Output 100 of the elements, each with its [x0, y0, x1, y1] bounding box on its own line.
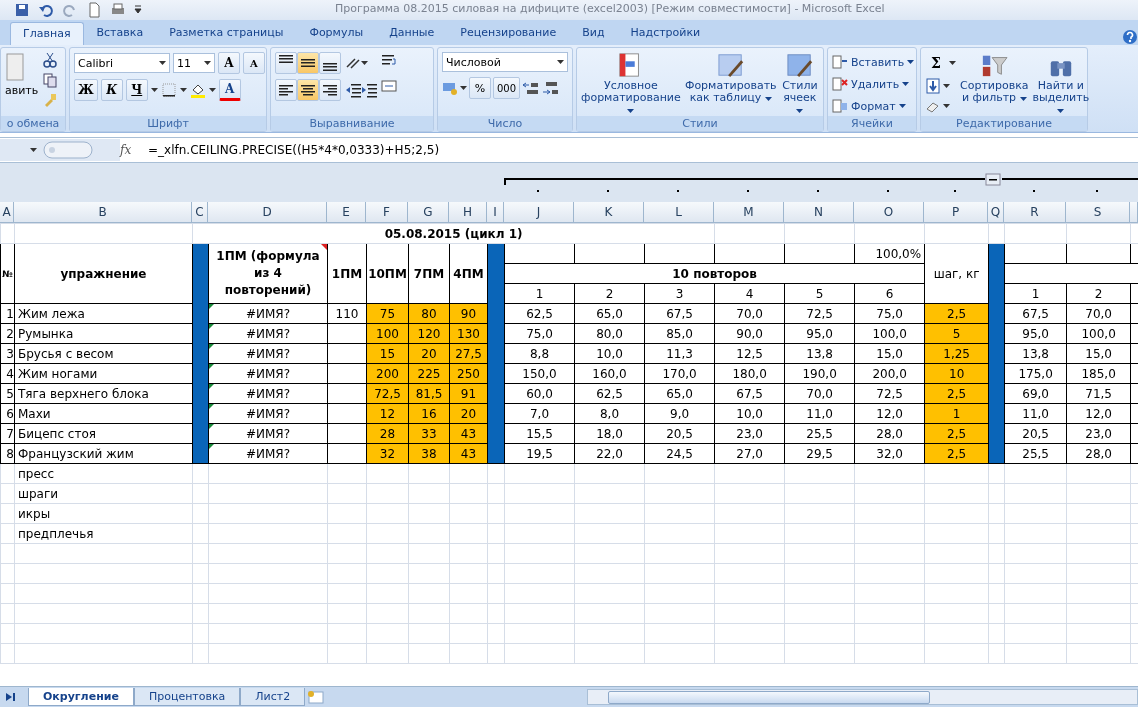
increase-indent-icon[interactable] — [361, 82, 377, 98]
borders-icon[interactable] — [160, 82, 177, 98]
caret-icon — [30, 148, 37, 152]
table-cell: 11,3 — [644, 343, 715, 364]
table-header: 1ПМ — [327, 243, 367, 304]
caret-icon — [764, 97, 772, 101]
table-cell: 9,0 — [644, 403, 715, 424]
table-header: 1ПМ (формула из 4 повторений) — [208, 243, 328, 304]
sheet-tab[interactable]: Округление — [28, 688, 134, 706]
table-cell: 65,0 — [574, 303, 645, 324]
column-header[interactable]: N — [784, 202, 854, 222]
italic-button[interactable]: К — [100, 79, 123, 101]
column-header[interactable]: G — [408, 202, 449, 222]
cells-button[interactable]: Формат — [832, 96, 906, 116]
column-header[interactable]: A — [0, 202, 14, 222]
horizontal-align-button[interactable] — [319, 79, 341, 101]
decrease-decimal-icon[interactable] — [542, 80, 561, 96]
table-cell: 67,5 — [644, 303, 715, 324]
cells-button[interactable]: Удалить — [832, 74, 910, 94]
shrink-font-button[interactable]: A — [243, 52, 265, 74]
error-marker-icon — [209, 424, 214, 429]
table-cell: 28,0 — [1066, 443, 1131, 464]
column-header[interactable]: L — [644, 202, 714, 222]
table-cell: 27,0 — [714, 443, 785, 464]
copy-icon[interactable] — [42, 72, 59, 88]
column-header[interactable]: F — [366, 202, 408, 222]
scissors-icon[interactable] — [42, 52, 59, 68]
styles-button[interactable]: Форматировать как таблицу — [684, 52, 777, 104]
fill-down-icon[interactable] — [925, 78, 941, 94]
merge-cells-icon[interactable] — [381, 78, 397, 94]
sum-button[interactable]: Σ — [925, 52, 947, 74]
formula-field[interactable]: =_xlfn.CEILING.PRECISE((H5*4*0,0333)+H5;2,5) — [140, 143, 440, 157]
sheet-tab[interactable]: Лист2 — [240, 688, 306, 706]
ribbon-tab[interactable]: Формулы — [296, 21, 377, 45]
styles-button[interactable]: Условное форматирование — [581, 52, 681, 116]
increase-decimal-icon[interactable] — [522, 80, 541, 96]
column-header[interactable]: C — [192, 202, 208, 222]
column-header[interactable]: B — [14, 202, 192, 222]
ribbon-tab[interactable]: Главная — [10, 22, 84, 45]
horizontal-align-button[interactable] — [275, 79, 297, 101]
column-header[interactable]: J — [504, 202, 574, 222]
vertical-align-button[interactable] — [275, 52, 297, 74]
editing-button[interactable]: Сортировка и фильтр — [960, 52, 1029, 104]
wrap-text-icon[interactable] — [381, 52, 397, 68]
column-header[interactable]: P — [924, 202, 988, 222]
table-cell: 23,0 — [1066, 423, 1131, 444]
ribbon-tab[interactable]: Надстройки — [617, 21, 714, 45]
save-icon[interactable] — [14, 2, 30, 18]
error-marker-icon — [209, 404, 214, 409]
column-header[interactable]: R — [1004, 202, 1066, 222]
ribbon-tab[interactable]: Разметка страницы — [156, 21, 297, 45]
ribbon-tab[interactable]: Рецензирование — [447, 21, 570, 45]
sheet-tab[interactable]: Процентовка — [133, 688, 241, 706]
new-document-icon[interactable] — [86, 2, 102, 18]
fill-color-icon[interactable] — [189, 82, 206, 98]
font-size-field[interactable]: 11 — [173, 53, 215, 73]
insert-function-button[interactable]: fx — [120, 143, 140, 157]
table-cell: 72,5 — [854, 383, 925, 404]
caret-icon — [1019, 97, 1027, 101]
ribbon-tab[interactable]: Данные — [376, 21, 448, 45]
table-header: 3 — [644, 283, 715, 304]
editing-button[interactable]: Найти и выделить — [1032, 52, 1090, 116]
paste-button[interactable]: авить — [5, 84, 39, 97]
vertical-align-button[interactable] — [297, 52, 319, 74]
table-cell: 71,5 — [1066, 383, 1131, 404]
help-icon[interactable] — [1122, 29, 1138, 45]
column-header[interactable]: O — [854, 202, 924, 222]
column-header[interactable]: M — [714, 202, 784, 222]
column-header[interactable]: Q — [988, 202, 1004, 222]
column-header[interactable]: K — [574, 202, 644, 222]
column-header[interactable]: I — [487, 202, 504, 222]
table-header: 5 — [784, 283, 855, 304]
horizontal-align-button[interactable] — [297, 79, 319, 101]
font-name-field[interactable]: Calibri — [74, 53, 170, 73]
percent-button[interactable]: % — [469, 77, 491, 99]
vertical-align-button[interactable] — [319, 52, 341, 74]
decrease-indent-icon[interactable] — [345, 82, 361, 98]
table-cell: 170,0 — [644, 363, 715, 384]
thousands-button[interactable]: 000 — [493, 77, 521, 99]
cells-button[interactable]: Вставить — [832, 52, 915, 72]
font-color-button[interactable]: A — [218, 79, 241, 101]
underline-button[interactable]: Ч — [125, 79, 148, 101]
text-orientation-icon[interactable] — [345, 55, 361, 71]
column-header[interactable]: E — [327, 202, 366, 222]
horizontal-scrollbar[interactable] — [587, 689, 1138, 705]
grow-font-button[interactable]: A — [218, 52, 240, 74]
ribbon-tab[interactable]: Вид — [569, 21, 618, 45]
column-header[interactable]: H — [449, 202, 487, 222]
table-cell: 75,0 — [854, 303, 925, 324]
styles-button[interactable]: Стили ячеек — [780, 52, 819, 116]
window-title: Программа 08.2015 силовая на дифиците (excel2003) [Режим совместимости] - Microsoft Excel — [335, 2, 885, 15]
number-format-field[interactable]: Числовой — [442, 52, 568, 72]
column-header[interactable]: S — [1066, 202, 1130, 222]
table-cell: предплечья — [14, 523, 193, 544]
caret-icon — [943, 84, 950, 88]
column-header[interactable]: D — [208, 202, 327, 222]
table-cell: 15,0 — [854, 343, 925, 364]
undo-icon[interactable] — [38, 2, 54, 18]
bold-button[interactable]: Ж — [74, 79, 98, 101]
ribbon-tab[interactable]: Вставка — [83, 21, 157, 45]
